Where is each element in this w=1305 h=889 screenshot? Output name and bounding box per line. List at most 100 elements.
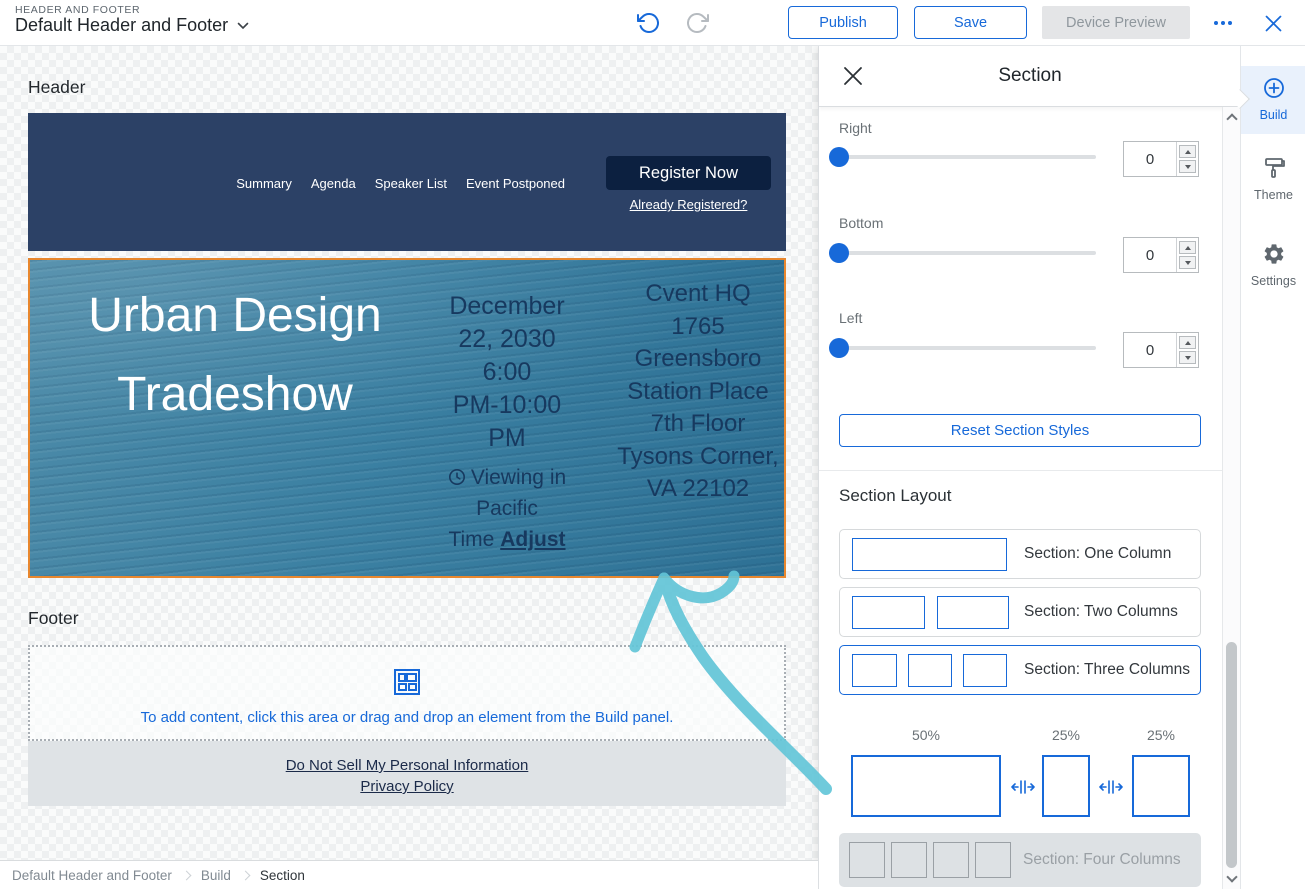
slider-right-numbox xyxy=(1123,141,1199,177)
slider-bottom-input[interactable] xyxy=(1124,238,1176,272)
event-location: Cvent HQ 1765 Greensboro Station Place 7… xyxy=(617,280,779,502)
divider xyxy=(819,470,1223,471)
slider-bottom-track[interactable] xyxy=(839,251,1096,255)
panel-title: Section xyxy=(998,65,1062,86)
document-title-dropdown[interactable]: Default Header and Footer xyxy=(15,15,249,36)
device-preview-button[interactable]: Device Preview xyxy=(1042,6,1190,39)
event-datetime: December 22, 2030 6:00 PM-10:00 PM Viewi… xyxy=(422,290,592,555)
adjust-timezone-link[interactable]: Adjust xyxy=(500,528,565,551)
register-now-button[interactable]: Register Now xyxy=(606,156,771,190)
footer-content-dropzone[interactable]: To add content, click this area or drag … xyxy=(28,645,786,741)
panel-scrollbar[interactable] xyxy=(1222,107,1240,889)
stepper-up-button[interactable] xyxy=(1179,145,1196,158)
undo-button[interactable] xyxy=(634,10,660,36)
register-block: Register Now Already Registered? xyxy=(606,156,771,214)
column2-width-label: 25% xyxy=(1051,727,1081,743)
slider-right-track[interactable] xyxy=(839,155,1096,159)
header-region-label: Header xyxy=(28,77,86,97)
sidebar-item-theme[interactable]: Theme xyxy=(1241,156,1305,202)
theme-icon xyxy=(1264,158,1285,178)
nav-item-speaker-list[interactable]: Speaker List xyxy=(375,176,447,191)
event-title: Urban Design Tradeshow xyxy=(88,289,382,421)
column-resize-handle[interactable] xyxy=(1099,779,1123,795)
site-footer-section[interactable]: Do Not Sell My Personal Information Priv… xyxy=(28,741,786,806)
section-settings-panel: Section Right Bottom Left Reset Section … xyxy=(818,46,1241,889)
editor-canvas: Header Summary Agenda Speaker List Event… xyxy=(0,46,818,860)
column1-width-label: 50% xyxy=(911,727,941,743)
column-resize-handle[interactable] xyxy=(1011,779,1035,795)
redo-button[interactable] xyxy=(686,10,712,36)
more-options-button[interactable] xyxy=(1210,10,1236,36)
breadcrumb: Default Header and Footer Build Section xyxy=(0,860,818,889)
layout-grid-icon xyxy=(30,668,784,701)
more-icon xyxy=(1214,21,1232,25)
clock-icon xyxy=(448,469,465,485)
resize-handle-icon xyxy=(1011,780,1035,794)
sidebar-item-settings[interactable]: Settings xyxy=(1241,242,1305,288)
stepper-down-button[interactable] xyxy=(1179,351,1196,364)
stepper xyxy=(1176,238,1198,272)
close-icon xyxy=(1265,15,1281,31)
site-header-section[interactable]: Summary Agenda Speaker List Event Postpo… xyxy=(28,113,786,251)
do-not-sell-link[interactable]: Do Not Sell My Personal Information xyxy=(28,755,786,776)
save-button[interactable]: Save xyxy=(914,6,1027,39)
stepper-down-button[interactable] xyxy=(1179,160,1196,173)
stepper xyxy=(1176,333,1198,367)
layout-option-two-columns[interactable]: Section: Two Columns xyxy=(839,587,1201,637)
slider-left-numbox xyxy=(1123,332,1199,368)
breadcrumb-separator xyxy=(181,870,192,880)
stepper-up-button[interactable] xyxy=(1179,241,1196,254)
scroll-down-arrow[interactable] xyxy=(1226,871,1238,883)
nav-item-event-postponed[interactable]: Event Postponed xyxy=(466,176,565,191)
slider-bottom-thumb[interactable] xyxy=(829,243,849,263)
resize-handle-icon xyxy=(1099,780,1123,794)
breadcrumb-item-document[interactable]: Default Header and Footer xyxy=(12,868,172,883)
privacy-policy-link[interactable]: Privacy Policy xyxy=(28,776,786,797)
footer-region-label: Footer xyxy=(28,608,79,628)
stepper xyxy=(1176,142,1198,176)
column3-width-label: 25% xyxy=(1146,727,1176,743)
build-icon xyxy=(1263,78,1284,98)
document-title: Default Header and Footer xyxy=(15,15,229,35)
slider-right-input[interactable] xyxy=(1124,142,1176,176)
timezone-note: Viewing in Pacific Time Adjust xyxy=(448,466,567,551)
reset-section-styles-button[interactable]: Reset Section Styles xyxy=(839,414,1201,447)
hero-section-selected[interactable]: Urban Design Tradeshow December 22, 2030… xyxy=(28,258,786,578)
slider-bottom-label: Bottom xyxy=(839,215,884,231)
stepper-up-button[interactable] xyxy=(1179,336,1196,349)
breadcrumb-separator xyxy=(240,870,251,880)
slider-left-input[interactable] xyxy=(1124,333,1176,367)
settings-icon xyxy=(1264,244,1283,264)
nav-item-agenda[interactable]: Agenda xyxy=(311,176,356,191)
editor-sidebar: Build Theme Settings xyxy=(1230,46,1305,889)
layout-option-three-columns-selected[interactable]: Section: Three Columns xyxy=(839,645,1201,695)
chevron-down-icon xyxy=(237,22,249,29)
scroll-up-arrow[interactable] xyxy=(1226,113,1238,125)
close-editor-button[interactable] xyxy=(1260,10,1286,36)
dropzone-hint: To add content, click this area or drag … xyxy=(140,709,674,726)
breadcrumb-item-build[interactable]: Build xyxy=(201,868,231,883)
already-registered-link[interactable]: Already Registered? xyxy=(630,197,748,212)
layout-option-four-columns-disabled[interactable]: Section: Four Columns xyxy=(839,833,1201,887)
site-nav: Summary Agenda Speaker List Event Postpo… xyxy=(236,176,565,191)
column2-preview[interactable] xyxy=(1042,755,1090,817)
redo-icon xyxy=(687,13,709,33)
slider-left-thumb[interactable] xyxy=(829,338,849,358)
slider-right-label: Right xyxy=(839,120,872,136)
slider-left-label: Left xyxy=(839,310,863,326)
column1-preview[interactable] xyxy=(851,755,1001,817)
slider-right-thumb[interactable] xyxy=(829,147,849,167)
sidebar-item-build[interactable]: Build xyxy=(1230,66,1305,134)
layout-option-one-column[interactable]: Section: One Column xyxy=(839,529,1201,579)
top-bar: HEADER AND FOOTER Default Header and Foo… xyxy=(0,0,1305,46)
stepper-down-button[interactable] xyxy=(1179,256,1196,269)
slider-left-track[interactable] xyxy=(839,346,1096,350)
scrollbar-thumb[interactable] xyxy=(1226,642,1237,868)
section-layout-heading: Section Layout xyxy=(839,486,952,505)
column3-preview[interactable] xyxy=(1132,755,1190,817)
undo-icon xyxy=(637,13,659,33)
publish-button[interactable]: Publish xyxy=(788,6,898,39)
panel-header: Section xyxy=(819,46,1241,107)
breadcrumb-item-section: Section xyxy=(259,867,305,883)
nav-item-summary[interactable]: Summary xyxy=(236,176,292,191)
